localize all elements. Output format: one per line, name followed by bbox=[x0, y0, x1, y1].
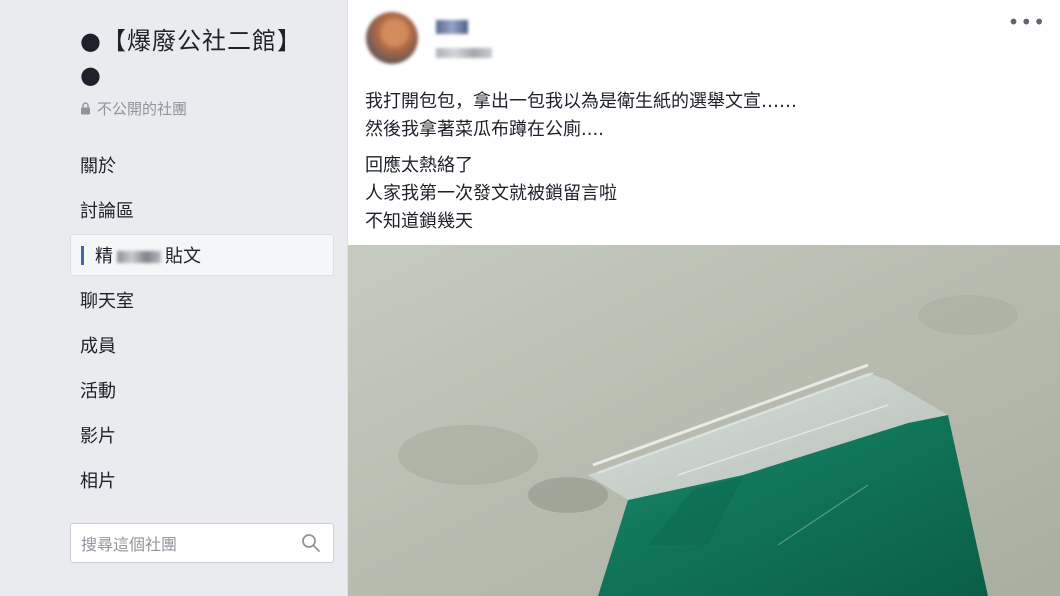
search-input[interactable] bbox=[71, 524, 293, 564]
nav-item-label: 精 貼文 bbox=[81, 242, 201, 268]
avatar[interactable] bbox=[366, 12, 418, 64]
more-options-button[interactable]: ••• bbox=[1008, 12, 1046, 32]
nav-item-label: 關於 bbox=[80, 156, 116, 177]
post-timestamp[interactable] bbox=[436, 48, 492, 58]
nav-item-label: 成員 bbox=[80, 336, 116, 357]
nav-item-about[interactable]: 關於 bbox=[70, 144, 334, 186]
post-photo[interactable] bbox=[348, 245, 1060, 596]
nav-item-chat[interactable]: 聊天室 bbox=[70, 279, 334, 321]
nav-item-featured-posts[interactable]: 精 貼文 bbox=[70, 234, 334, 276]
post-author[interactable] bbox=[436, 20, 468, 34]
group-title[interactable]: ●【爆廢公社二館】● bbox=[80, 24, 310, 92]
post-line: 我打開包包，拿出一包我以為是衛生紙的選舉文宣…… bbox=[365, 91, 797, 112]
nav-item-label: 相片 bbox=[80, 471, 116, 492]
privacy-label: 不公開的社團 bbox=[97, 100, 188, 118]
nav-item-discussion[interactable]: 討論區 bbox=[70, 189, 334, 231]
group-search bbox=[70, 523, 334, 564]
nav-item-label: 活動 bbox=[80, 381, 116, 402]
nav-item-label: 討論區 bbox=[80, 201, 134, 222]
nav-item-prefix: 精 bbox=[95, 246, 113, 267]
group-nav: 關於 討論區 精 貼文 聊天室 成員 活動 影片 相片 bbox=[70, 144, 334, 504]
nav-item-videos[interactable]: 影片 bbox=[70, 414, 334, 456]
post-body: 我打開包包，拿出一包我以為是衛生紙的選舉文宣…… 然後我拿著菜瓜布蹲在公廁...… bbox=[365, 88, 1025, 236]
search-icon[interactable] bbox=[301, 533, 321, 553]
nav-item-label: 影片 bbox=[80, 426, 116, 447]
post-line: 不知道鎖幾天 bbox=[365, 211, 473, 232]
group-sidebar: ●【爆廢公社二館】● 不公開的社團 關於 討論區 精 貼文 聊天室 成員 活動 影… bbox=[0, 0, 347, 596]
lock-icon bbox=[81, 102, 90, 115]
post-line: 人家我第一次發文就被鎖留言啦 bbox=[365, 183, 617, 204]
photo-image bbox=[348, 245, 1060, 596]
nav-item-events[interactable]: 活動 bbox=[70, 369, 334, 411]
post-line: 然後我拿著菜瓜布蹲在公廁.... bbox=[365, 119, 604, 140]
nav-item-label-tail: 貼文 bbox=[165, 246, 201, 267]
blurred-text bbox=[117, 251, 161, 263]
post-line: 回應太熱絡了 bbox=[365, 155, 473, 176]
nav-item-members[interactable]: 成員 bbox=[70, 324, 334, 366]
privacy-status: 不公開的社團 bbox=[80, 98, 187, 119]
post-card: ••• 我打開包包，拿出一包我以為是衛生紙的選舉文宣…… 然後我拿著菜瓜布蹲在公… bbox=[347, 0, 1060, 596]
nav-item-label: 聊天室 bbox=[80, 291, 134, 312]
nav-item-photos[interactable]: 相片 bbox=[70, 459, 334, 501]
